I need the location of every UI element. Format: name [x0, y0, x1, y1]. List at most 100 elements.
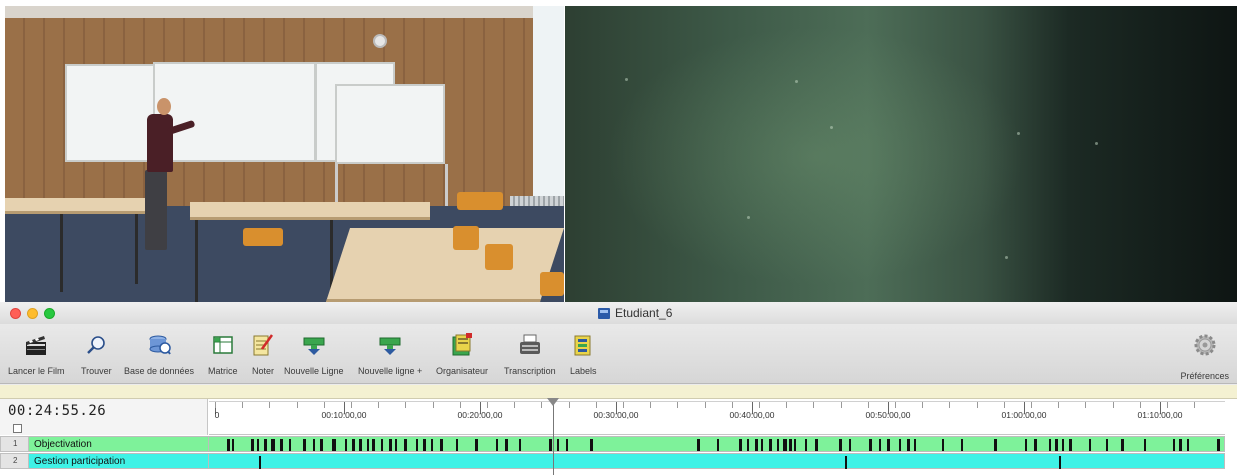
event-marker[interactable]: [839, 439, 842, 451]
event-marker[interactable]: [994, 439, 997, 451]
event-marker[interactable]: [717, 439, 719, 451]
playhead-handle[interactable]: [547, 398, 559, 406]
event-marker[interactable]: [1034, 439, 1037, 451]
event-marker[interactable]: [849, 439, 851, 451]
event-marker[interactable]: [1089, 439, 1091, 451]
event-marker[interactable]: [1049, 439, 1051, 451]
labels-button[interactable]: Labels: [570, 332, 597, 376]
event-marker[interactable]: [845, 456, 847, 469]
organizer-button[interactable]: Organisateur: [436, 332, 488, 376]
event-marker[interactable]: [289, 439, 291, 451]
zoom-window-button[interactable]: [44, 308, 55, 319]
event-marker[interactable]: [320, 439, 323, 451]
event-marker[interactable]: [739, 439, 742, 451]
event-marker[interactable]: [440, 439, 443, 451]
event-marker[interactable]: [942, 439, 944, 451]
note-button[interactable]: Noter: [250, 332, 276, 376]
event-marker[interactable]: [352, 439, 355, 451]
event-marker[interactable]: [1055, 439, 1058, 451]
video-classroom[interactable]: [5, 6, 564, 302]
title-bar[interactable]: Etudiant_6: [0, 302, 1237, 324]
event-marker[interactable]: [404, 439, 407, 451]
event-marker[interactable]: [794, 439, 796, 451]
event-marker[interactable]: [747, 439, 749, 451]
matrix-button[interactable]: Matrice: [208, 332, 238, 376]
select-all-checkbox[interactable]: [13, 424, 22, 433]
track-row[interactable]: 1 Objectivation: [0, 436, 1225, 452]
event-marker[interactable]: [359, 439, 362, 451]
event-marker[interactable]: [232, 439, 234, 451]
event-marker[interactable]: [381, 439, 383, 451]
event-marker[interactable]: [271, 439, 275, 451]
event-marker[interactable]: [1187, 439, 1189, 451]
event-marker[interactable]: [566, 439, 568, 451]
event-marker[interactable]: [496, 439, 498, 451]
event-marker[interactable]: [332, 439, 336, 451]
event-marker[interactable]: [251, 439, 254, 451]
launch-film-button[interactable]: Lancer le Film: [8, 332, 65, 376]
event-marker[interactable]: [257, 439, 259, 451]
event-marker[interactable]: [1106, 439, 1108, 451]
event-marker[interactable]: [345, 439, 347, 451]
event-marker[interactable]: [769, 439, 772, 451]
preferences-button[interactable]: Préférences: [1180, 332, 1229, 381]
minimize-window-button[interactable]: [27, 308, 38, 319]
event-marker[interactable]: [783, 439, 787, 451]
event-marker[interactable]: [549, 439, 552, 451]
event-marker[interactable]: [761, 439, 763, 451]
event-marker[interactable]: [372, 439, 375, 451]
event-marker[interactable]: [280, 439, 283, 451]
event-marker[interactable]: [367, 439, 369, 451]
event-marker[interactable]: [590, 439, 593, 451]
event-marker[interactable]: [1173, 439, 1175, 451]
event-marker[interactable]: [259, 456, 261, 469]
event-marker[interactable]: [697, 439, 700, 451]
event-marker[interactable]: [389, 439, 392, 451]
event-marker[interactable]: [1059, 456, 1061, 469]
event-marker[interactable]: [1025, 439, 1027, 451]
transcription-button[interactable]: Transcription: [504, 332, 556, 376]
event-marker[interactable]: [961, 439, 963, 451]
event-marker[interactable]: [1121, 439, 1124, 451]
event-marker[interactable]: [805, 439, 807, 451]
event-marker[interactable]: [431, 439, 433, 451]
event-marker[interactable]: [475, 439, 478, 451]
event-marker[interactable]: [456, 439, 458, 451]
track-events-objectivation[interactable]: [208, 436, 1225, 452]
new-line-plus-button[interactable]: Nouvelle ligne +: [358, 332, 422, 376]
event-marker[interactable]: [899, 439, 901, 451]
event-marker[interactable]: [303, 439, 306, 451]
event-marker[interactable]: [519, 439, 521, 451]
event-marker[interactable]: [789, 439, 792, 451]
event-marker[interactable]: [914, 439, 916, 451]
track-name[interactable]: Objectivation: [29, 436, 208, 452]
track-name[interactable]: Gestion participation: [29, 453, 208, 469]
event-marker[interactable]: [1144, 439, 1146, 451]
event-marker[interactable]: [416, 439, 418, 451]
event-marker[interactable]: [423, 439, 426, 451]
event-marker[interactable]: [907, 439, 910, 451]
event-marker[interactable]: [227, 439, 230, 451]
find-button[interactable]: Trouver: [81, 332, 112, 376]
event-marker[interactable]: [1062, 439, 1064, 451]
time-ruler[interactable]: 0 00:10:00,00 00:20:00,00 00:30:00,00 00:40:…: [209, 399, 1225, 435]
event-marker[interactable]: [557, 439, 559, 451]
database-button[interactable]: Base de données: [124, 332, 194, 376]
event-marker[interactable]: [1069, 439, 1072, 451]
event-marker[interactable]: [869, 439, 872, 451]
event-marker[interactable]: [815, 439, 818, 451]
track-row[interactable]: 2 Gestion participation: [0, 453, 1225, 469]
event-marker[interactable]: [879, 439, 881, 451]
event-marker[interactable]: [1179, 439, 1182, 451]
event-marker[interactable]: [313, 439, 315, 451]
close-window-button[interactable]: [10, 308, 21, 319]
new-line-button[interactable]: Nouvelle Ligne: [284, 332, 344, 376]
playhead[interactable]: [553, 399, 554, 475]
event-marker[interactable]: [505, 439, 508, 451]
event-marker[interactable]: [777, 439, 779, 451]
track-events-gestion-participation[interactable]: [208, 453, 1225, 469]
event-marker[interactable]: [264, 439, 267, 451]
event-marker[interactable]: [887, 439, 890, 451]
event-marker[interactable]: [395, 439, 397, 451]
video-dark[interactable]: [565, 6, 1237, 302]
